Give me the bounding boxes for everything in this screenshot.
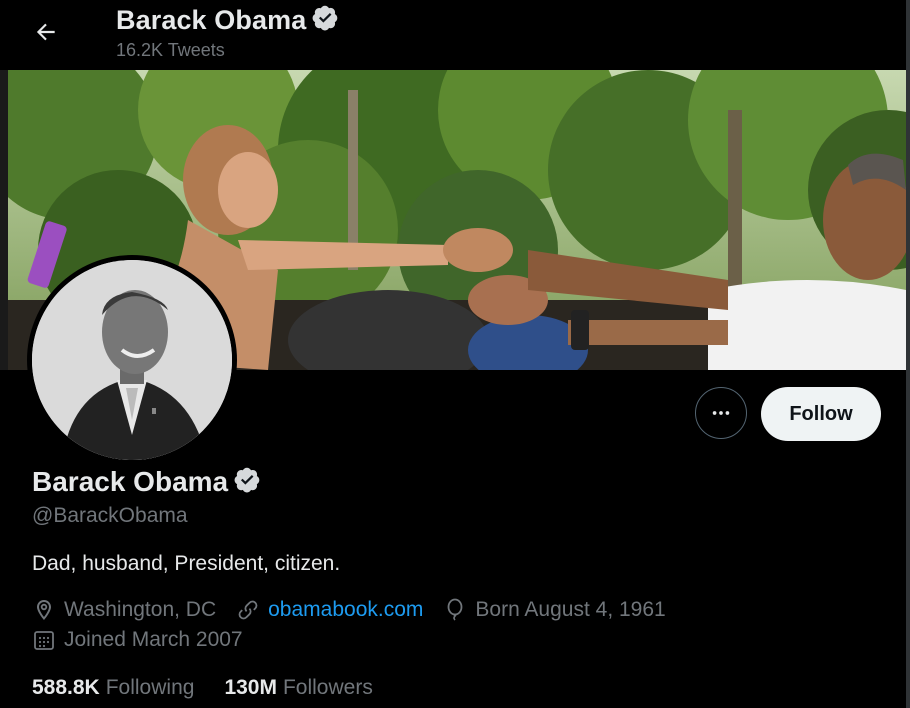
left-edge (0, 70, 8, 370)
location-pin-icon (37, 600, 51, 620)
following-count: 588.8K (32, 676, 100, 699)
birthday-text: Born August 4, 1961 (475, 598, 666, 621)
location-text: Washington, DC (64, 598, 217, 621)
avatar (32, 260, 232, 460)
tweet-count: 16.2K Tweets (116, 40, 225, 60)
calendar-icon (34, 631, 54, 650)
profile-meta-row-joined: Joined March 2007 (32, 628, 263, 652)
profile-bio: Dad, husband, President, citizen. (32, 552, 341, 575)
verified-badge-icon[interactable] (234, 466, 261, 498)
profile-name-row: Barack Obama (32, 466, 261, 498)
link-icon (238, 600, 258, 620)
followers-link[interactable]: 130M Followers (224, 676, 372, 700)
arrow-left-icon (36, 23, 55, 41)
birthday-item: Born August 4, 1961 (443, 598, 666, 622)
verified-badge-icon (312, 4, 339, 36)
avatar-image (32, 260, 232, 460)
more-options-button[interactable] (695, 387, 747, 439)
profile-name: Barack Obama (32, 466, 229, 497)
back-button[interactable] (26, 12, 66, 52)
header-title: Barack Obama (116, 4, 339, 36)
header-name: Barack Obama (116, 4, 307, 35)
profile-page: Barack Obama 16.2K Tweets Follow Barack … (0, 0, 910, 708)
website-item[interactable]: obamabook.com (236, 598, 423, 622)
profile-handle: @BarackObama (32, 504, 188, 527)
profile-stats: 588.8K Following 130M Followers (32, 676, 403, 700)
joined-item: Joined March 2007 (32, 628, 243, 652)
website-link[interactable]: obamabook.com (268, 598, 423, 622)
balloon-icon (447, 598, 463, 621)
followers-label: Followers (282, 676, 373, 699)
location-item: Washington, DC (32, 598, 216, 622)
top-bar: Barack Obama 16.2K Tweets (0, 0, 910, 70)
profile-meta-row: Washington, DC obamabook.com Born August… (32, 598, 686, 622)
more-horizontal-icon (712, 411, 730, 415)
joined-text: Joined March 2007 (64, 628, 243, 651)
following-link[interactable]: 588.8K Following (32, 676, 194, 700)
followers-count: 130M (224, 676, 277, 699)
scrollbar-track[interactable] (906, 0, 910, 708)
following-label: Following (105, 676, 195, 699)
follow-button[interactable]: Follow (761, 387, 881, 441)
avatar-frame[interactable] (27, 255, 237, 465)
